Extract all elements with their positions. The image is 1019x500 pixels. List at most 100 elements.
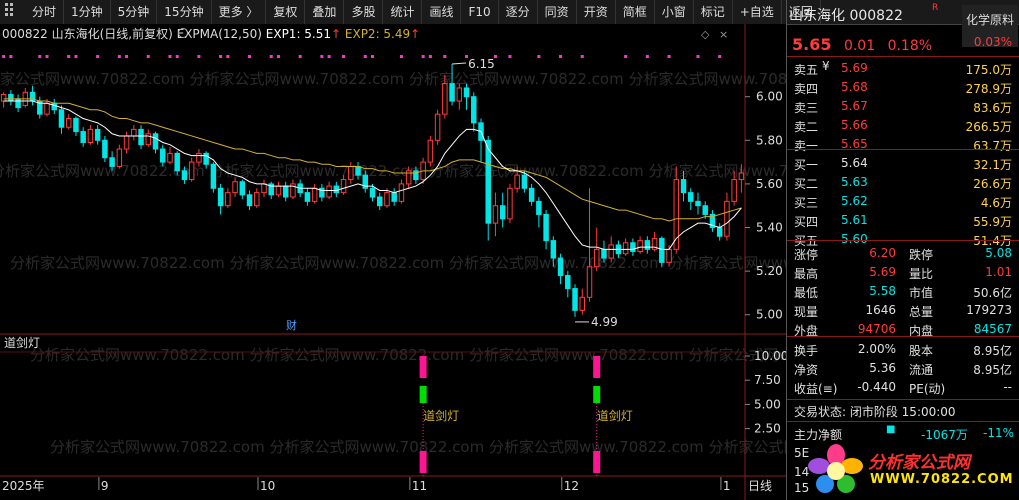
toolbar-item-17[interactable]: +自选 bbox=[733, 0, 782, 24]
signal-dot bbox=[537, 55, 541, 58]
toolbar-item-0[interactable]: 分时 bbox=[25, 0, 65, 24]
signal-dot bbox=[117, 55, 121, 58]
signal-bar-pink bbox=[593, 451, 601, 473]
signal-dot bbox=[269, 55, 273, 58]
order-label: 卖二 bbox=[794, 120, 819, 134]
candle-down bbox=[695, 200, 701, 207]
signal-dot bbox=[9, 55, 13, 58]
toolbar-item-14[interactable]: 简框 bbox=[616, 0, 655, 24]
order-label: 买四 bbox=[794, 215, 819, 229]
toolbar-item-12[interactable]: 同资 bbox=[538, 0, 577, 24]
y-tick-label: 5.40 bbox=[756, 221, 783, 235]
candle-down bbox=[521, 174, 528, 189]
candle-down bbox=[550, 240, 557, 259]
signal-dot bbox=[696, 55, 700, 58]
chart-info-header: 000822 山东海化(日线,前复权) EXPMA(12,50) EXP1: 5… bbox=[2, 26, 420, 41]
toolbar-item-3[interactable]: 15分钟 bbox=[157, 0, 212, 24]
flow-row-15: 15 bbox=[794, 481, 810, 495]
candle-up bbox=[44, 102, 50, 115]
exp1-up-icon: ↑ bbox=[331, 27, 345, 41]
stat2-label: 换手 bbox=[794, 344, 819, 358]
signal-dot bbox=[624, 55, 628, 58]
toolbar-item-1[interactable]: 1分钟 bbox=[64, 0, 111, 24]
flow-square-icon: ■ bbox=[886, 424, 896, 435]
industry-name: 化学原料 bbox=[965, 13, 1014, 27]
grid-dots-icon[interactable] bbox=[0, 0, 25, 24]
flower-logo-icon bbox=[808, 444, 863, 493]
order-price: 5.64 bbox=[841, 156, 868, 170]
candle-down bbox=[659, 237, 665, 263]
signal-dot bbox=[146, 55, 150, 58]
candle-down bbox=[109, 157, 115, 167]
price-change-pct: 0.18% bbox=[887, 38, 933, 54]
toolbar-item-5[interactable]: 复权 bbox=[266, 0, 306, 24]
toolbar-item-15[interactable]: 小窗 bbox=[655, 0, 694, 24]
candle-up bbox=[456, 87, 463, 102]
y-tick-label: 5.20 bbox=[756, 264, 783, 278]
candle-down bbox=[449, 83, 455, 102]
stat2-label: 流通 bbox=[909, 363, 934, 377]
site-url: WWW.70822.COM bbox=[870, 472, 1014, 487]
candle-down bbox=[369, 187, 376, 198]
order-label: 买一 bbox=[794, 158, 819, 172]
toolbar-item-7[interactable]: 多股 bbox=[344, 0, 384, 24]
toolbar-item-8[interactable]: 统计 bbox=[383, 0, 423, 24]
industry-box[interactable]: 化学原料 0.03% bbox=[962, 5, 1018, 49]
candle-up bbox=[586, 266, 593, 298]
candle-down bbox=[304, 192, 311, 202]
order-price: 5.63 bbox=[841, 175, 868, 189]
candle-down bbox=[543, 213, 549, 242]
candle-up bbox=[593, 248, 600, 268]
candle-up bbox=[311, 187, 318, 202]
toolbar-item-11[interactable]: 逐分 bbox=[499, 0, 538, 24]
candle-up bbox=[340, 179, 347, 194]
candle-down bbox=[702, 205, 708, 215]
toolbar-item-13[interactable]: 开资 bbox=[577, 0, 616, 24]
signal-dot bbox=[298, 55, 302, 58]
candle-down bbox=[565, 274, 571, 290]
signal-dot bbox=[559, 55, 563, 58]
toolbar-item-9[interactable]: 画线 bbox=[422, 0, 462, 24]
stat2-label: 收益(≡) bbox=[794, 382, 838, 396]
candle-down bbox=[630, 242, 636, 253]
candle-up bbox=[0, 94, 7, 102]
toolbar-item-6[interactable]: 叠加 bbox=[305, 0, 345, 24]
last-price: 5.65 bbox=[792, 35, 832, 54]
site-watermark: 分析家公式网 WWW.70822.COM bbox=[808, 444, 1016, 494]
signal-dot bbox=[428, 55, 432, 58]
toolbar-item-2[interactable]: 5分钟 bbox=[111, 0, 158, 24]
signal-dot bbox=[645, 55, 649, 58]
candle-down bbox=[536, 200, 542, 215]
stat2-value: 5.36 bbox=[869, 361, 896, 375]
stat-value: 5.58 bbox=[869, 284, 896, 298]
toolbar-item-10[interactable]: F10 bbox=[461, 0, 499, 24]
candle-up bbox=[116, 148, 123, 167]
candle-up bbox=[131, 128, 137, 137]
toolbar-item-16[interactable]: 标记 bbox=[694, 0, 733, 24]
panel-divider bbox=[787, 56, 1019, 57]
signal-dot bbox=[421, 55, 425, 58]
candle-up bbox=[145, 133, 152, 146]
signal-dot bbox=[443, 55, 447, 58]
candle-down bbox=[58, 109, 65, 128]
candle-up bbox=[196, 152, 202, 163]
candle-up bbox=[514, 174, 520, 189]
candle-down bbox=[528, 187, 535, 202]
toolbar-item-4[interactable]: 更多 〉 bbox=[212, 0, 267, 24]
r-badge: R bbox=[932, 3, 939, 13]
signal-dot bbox=[667, 55, 671, 58]
candle-up bbox=[608, 244, 614, 259]
candle-down bbox=[80, 131, 86, 143]
indicator-tick-label: 10.00 bbox=[754, 349, 787, 363]
signal-bar-pink bbox=[593, 356, 601, 378]
signal-dot bbox=[67, 55, 71, 58]
candle-up bbox=[579, 296, 585, 311]
candle-up bbox=[232, 181, 238, 194]
main-flow-pct: -11% bbox=[983, 426, 1015, 440]
signal-dot bbox=[327, 55, 331, 58]
signal-dot bbox=[125, 55, 129, 58]
stat-value: 179273 bbox=[966, 303, 1012, 317]
candle-down bbox=[152, 133, 159, 150]
signal-dot bbox=[175, 55, 179, 58]
signal-dot bbox=[38, 55, 42, 58]
